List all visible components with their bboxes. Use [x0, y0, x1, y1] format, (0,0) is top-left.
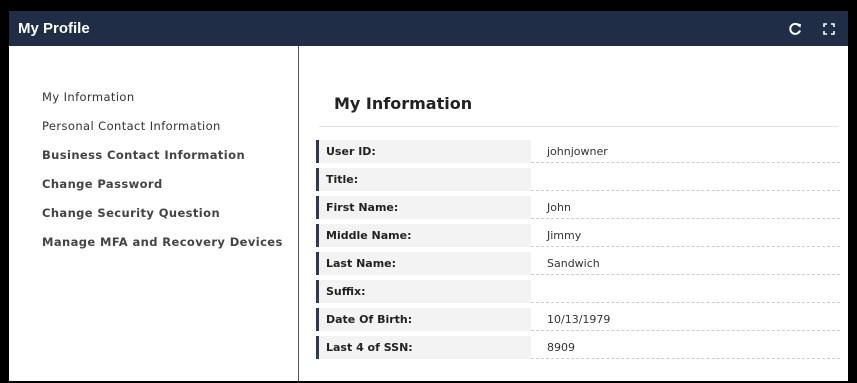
sidebar-item-personal-contact-information[interactable]: Personal Contact Information: [42, 119, 221, 133]
field-value: johnjowner: [531, 140, 840, 163]
page-title: My Profile: [18, 20, 90, 37]
section-title: My Information: [334, 94, 473, 113]
info-row-date-of-birth: Date Of Birth: 10/13/1979: [316, 306, 840, 334]
field-label: Last Name:: [316, 252, 531, 275]
expand-button[interactable]: [819, 19, 839, 39]
field-label: Middle Name:: [316, 224, 531, 247]
field-value: [531, 168, 840, 191]
expand-icon: [823, 23, 835, 35]
info-row-user-id: User ID: johnjowner: [316, 138, 840, 166]
sidebar-item-my-information[interactable]: My Information: [42, 90, 135, 104]
info-row-title: Title:: [316, 166, 840, 194]
sidebar-item-change-password[interactable]: Change Password: [42, 177, 163, 191]
field-value: Sandwich: [531, 252, 840, 275]
field-label: Last 4 of SSN:: [316, 336, 531, 359]
sidebar-item-manage-mfa-and-recovery-devices[interactable]: Manage MFA and Recovery Devices: [42, 235, 283, 249]
info-row-middle-name: Middle Name: Jimmy: [316, 222, 840, 250]
field-label: First Name:: [316, 196, 531, 219]
field-label: Suffix:: [316, 280, 531, 303]
sidebar-nav: My Information Personal Contact Informat…: [9, 46, 299, 381]
info-table: User ID: johnjowner Title: First Name: J…: [316, 138, 840, 362]
sidebar-item-change-security-question[interactable]: Change Security Question: [42, 206, 220, 220]
profile-window: My Profile My Information Personal Conta…: [9, 11, 848, 381]
field-value: 10/13/1979: [531, 308, 840, 331]
field-label: User ID:: [316, 140, 531, 163]
main-content: My Information User ID: johnjowner Title…: [299, 46, 848, 381]
info-row-first-name: First Name: John: [316, 194, 840, 222]
field-label: Date Of Birth:: [316, 308, 531, 331]
field-label: Title:: [316, 168, 531, 191]
field-value: John: [531, 196, 840, 219]
info-row-suffix: Suffix:: [316, 278, 840, 306]
info-row-last-4-ssn: Last 4 of SSN: 8909: [316, 334, 840, 362]
field-value: Jimmy: [531, 224, 840, 247]
field-value: [531, 280, 840, 303]
refresh-icon: [789, 22, 801, 35]
info-row-last-name: Last Name: Sandwich: [316, 250, 840, 278]
field-value: 8909: [531, 336, 840, 359]
sidebar-item-business-contact-information[interactable]: Business Contact Information: [42, 148, 245, 162]
refresh-button[interactable]: [785, 19, 805, 39]
section-divider: [319, 126, 839, 127]
header-bar: My Profile: [9, 11, 848, 46]
